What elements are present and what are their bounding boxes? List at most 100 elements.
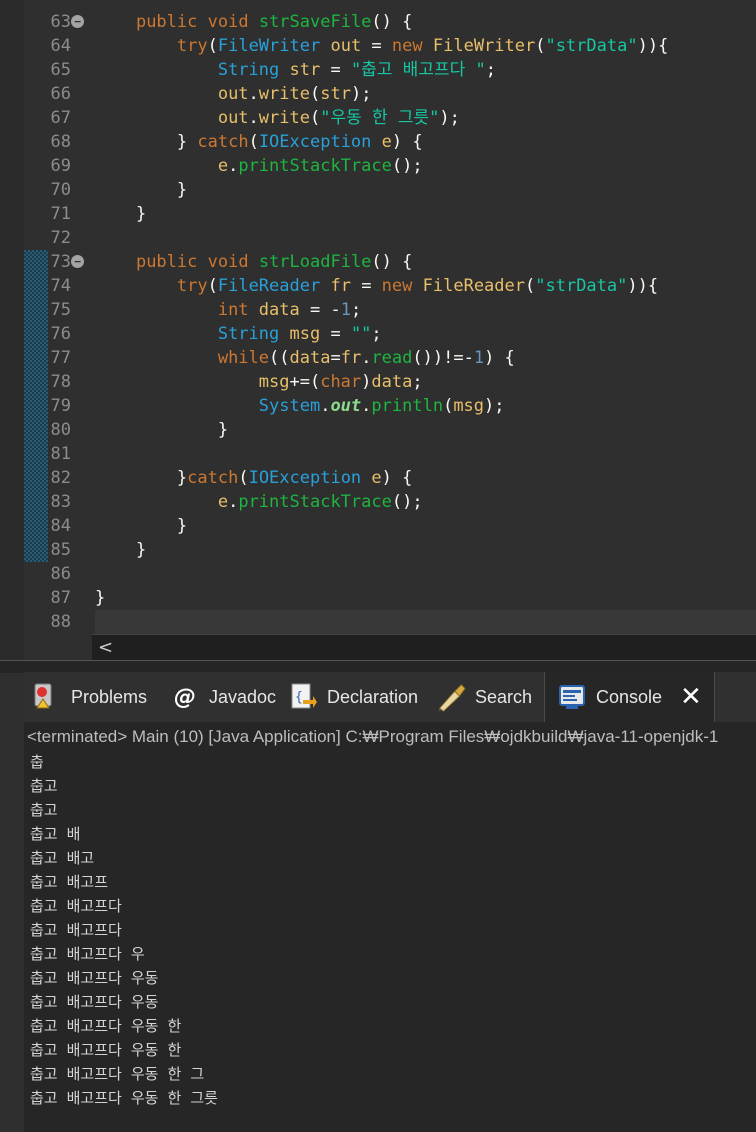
code-text: } xyxy=(95,178,187,202)
code-token: int xyxy=(217,300,249,320)
code-token: try xyxy=(176,36,208,56)
scroll-left-icon[interactable]: < xyxy=(98,637,113,658)
code-token: "춥고 배고프다 " xyxy=(350,60,486,80)
code-line[interactable]: 87} xyxy=(0,586,756,610)
console-output-line: 춥고 배 xyxy=(30,825,81,843)
code-line[interactable]: 72 xyxy=(0,226,756,250)
code-line[interactable]: 84 } xyxy=(0,514,756,538)
javadoc-icon: @ xyxy=(174,684,196,710)
console-icon xyxy=(557,682,587,712)
code-text: out.write("우동 한 그릇"); xyxy=(95,106,460,130)
code-line[interactable]: 86 xyxy=(0,562,756,586)
code-line[interactable]: 71 } xyxy=(0,202,756,226)
tab-search[interactable]: Search xyxy=(436,672,532,722)
code-token: ( xyxy=(525,276,536,296)
code-line[interactable]: 88 xyxy=(0,610,756,634)
code-token: read xyxy=(371,348,413,368)
code-token: = xyxy=(330,348,341,368)
line-number: 74 xyxy=(50,276,71,296)
line-number: 87 xyxy=(50,588,71,608)
horizontal-scrollbar[interactable]: < xyxy=(92,634,756,660)
code-token: char xyxy=(320,372,362,392)
code-token: FileReader xyxy=(217,276,321,296)
code-line[interactable]: 76 String msg = ""; xyxy=(0,322,756,346)
code-line[interactable]: 82 }catch(IOException e) { xyxy=(0,466,756,490)
code-line[interactable]: 68 } catch(IOException e) { xyxy=(0,130,756,154)
code-line[interactable]: 75 int data = -1; xyxy=(0,298,756,322)
code-editor[interactable]: 63− public void strSaveFile() {64 try(Fi… xyxy=(0,0,756,660)
tab-problems[interactable]: Problems xyxy=(32,672,147,722)
code-token: out xyxy=(330,36,362,56)
console-output-line: 춥고 배고프다 우동 한 그 xyxy=(30,1065,205,1083)
code-line[interactable]: 78 msg+=(char)data; xyxy=(0,370,756,394)
code-line[interactable]: 63− public void strSaveFile() { xyxy=(0,10,756,34)
code-token: ; xyxy=(485,60,496,80)
code-token: strSaveFile xyxy=(258,12,372,32)
code-token: } xyxy=(95,588,106,608)
code-token: msg xyxy=(258,372,290,392)
code-line[interactable]: 79 System.out.println(msg); xyxy=(0,394,756,418)
line-number: 81 xyxy=(50,444,71,464)
close-icon[interactable]: ✕ xyxy=(680,682,702,712)
code-token: printStackTrace xyxy=(238,492,392,512)
code-token: e xyxy=(381,132,392,152)
tab-console[interactable]: Console ✕ xyxy=(544,672,715,722)
fold-collapse-icon[interactable]: − xyxy=(71,15,84,28)
code-text: } xyxy=(95,202,146,226)
line-number: 88 xyxy=(50,612,71,632)
code-line[interactable]: 70 } xyxy=(0,178,756,202)
code-token: = xyxy=(320,60,351,80)
code-token: 1 xyxy=(340,300,351,320)
code-line[interactable]: 66 out.write(str); xyxy=(0,82,756,106)
code-token: write xyxy=(258,108,310,128)
code-line[interactable]: 73− public void strLoadFile() { xyxy=(0,250,756,274)
code-line[interactable]: 64 try(FileWriter out = new FileWriter("… xyxy=(0,34,756,58)
code-token: () { xyxy=(371,12,413,32)
line-number: 66 xyxy=(50,84,71,104)
code-text: }catch(IOException e) { xyxy=(95,466,413,490)
code-text: String str = "춥고 배고프다 "; xyxy=(95,58,496,82)
code-line[interactable]: 83 e.printStackTrace(); xyxy=(0,490,756,514)
code-token: = xyxy=(350,276,382,296)
code-line[interactable]: 81 xyxy=(0,442,756,466)
line-number: 80 xyxy=(50,420,71,440)
svg-text:{: { xyxy=(295,690,303,705)
code-token: out xyxy=(330,396,362,416)
code-line[interactable]: 77 while((data=fr.read())!=-1) { xyxy=(0,346,756,370)
code-line[interactable]: 85 } xyxy=(0,538,756,562)
code-line[interactable]: 74 try(FileReader fr = new FileReader("s… xyxy=(0,274,756,298)
code-line[interactable]: 69 e.printStackTrace(); xyxy=(0,154,756,178)
problems-icon xyxy=(32,682,62,712)
code-token: . xyxy=(361,396,372,416)
code-line[interactable]: 65 String str = "춥고 배고프다 "; xyxy=(0,58,756,82)
code-line[interactable]: 67 out.write("우동 한 그릇"); xyxy=(0,106,756,130)
code-token: fr xyxy=(340,348,362,368)
line-number: 64 xyxy=(50,36,71,56)
tab-declaration[interactable]: { Declaration xyxy=(288,672,418,722)
line-number: 76 xyxy=(50,324,71,344)
code-line[interactable]: 80 } xyxy=(0,418,756,442)
code-token: (); xyxy=(391,156,423,176)
code-token: ; xyxy=(412,372,423,392)
line-number: 70 xyxy=(50,180,71,200)
code-token: { xyxy=(658,36,669,56)
code-text: msg+=(char)data; xyxy=(95,370,423,394)
line-number: 63 xyxy=(50,12,71,32)
line-number: 78 xyxy=(50,372,71,392)
fold-collapse-icon[interactable]: − xyxy=(71,255,84,268)
tab-javadoc[interactable]: @ Javadoc xyxy=(170,672,276,722)
code-token: IOException xyxy=(248,468,362,488)
code-token: e xyxy=(217,156,229,176)
